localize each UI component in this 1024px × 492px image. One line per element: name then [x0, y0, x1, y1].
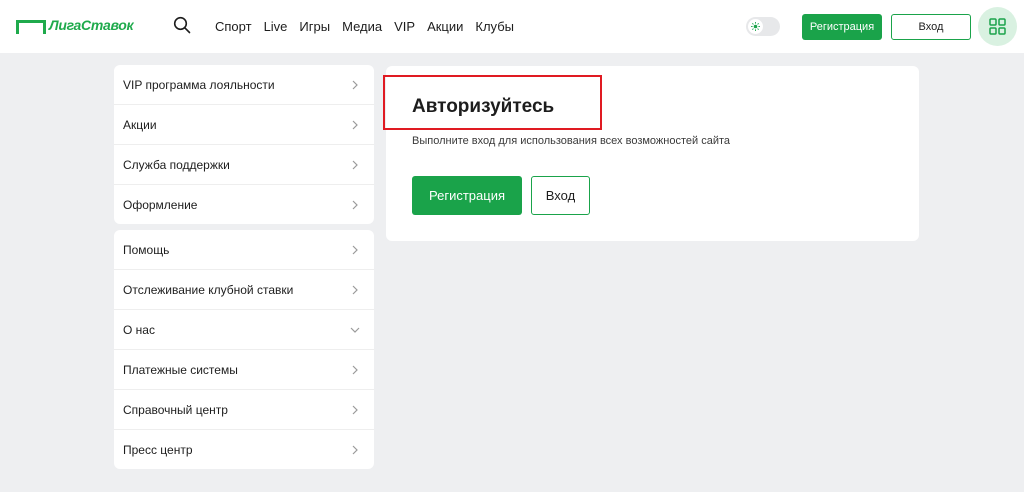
- chevron-right-icon: [350, 120, 360, 130]
- theme-toggle[interactable]: [746, 17, 780, 36]
- auth-subtitle: Выполните вход для использования всех во…: [412, 135, 731, 147]
- sidebar-item-promos[interactable]: Акции: [114, 105, 374, 145]
- sidebar-item-label: Оформление: [123, 198, 198, 212]
- nav-item-clubs[interactable]: Клубы: [475, 19, 514, 34]
- sidebar-item-label: Справочный центр: [123, 402, 228, 417]
- nav-item-sport[interactable]: Спорт: [215, 19, 252, 34]
- nav-item-games[interactable]: Игры: [299, 19, 330, 34]
- sun-icon: [751, 22, 760, 31]
- sidebar-item-label: Служба поддержки: [123, 157, 230, 172]
- toggle-knob: [748, 19, 763, 34]
- auth-login-button[interactable]: Вход: [531, 176, 590, 215]
- chevron-right-icon: [350, 80, 360, 90]
- nav-item-vip[interactable]: VIP: [394, 19, 415, 34]
- sidebar-card-secondary: Помощь Отслеживание клубной ставки О нас…: [114, 230, 374, 469]
- chevron-right-icon: [350, 445, 360, 455]
- chevron-right-icon: [350, 405, 360, 415]
- sidebar-item-appearance[interactable]: Оформление: [114, 185, 374, 225]
- auth-title: Авторизуйтесь: [412, 96, 555, 117]
- sidebar-item-label: Отслеживание клубной ставки: [123, 282, 294, 297]
- chevron-right-icon: [350, 160, 360, 170]
- sidebar-item-label: Пресс центр: [123, 443, 193, 457]
- nav-item-media[interactable]: Медиа: [342, 19, 382, 34]
- logo-text: ЛигаСтавок: [49, 17, 134, 33]
- chevron-right-icon: [350, 285, 360, 295]
- sidebar-item-payment-systems[interactable]: Платежные системы: [114, 350, 374, 390]
- sidebar-item-label: Акции: [123, 117, 157, 132]
- header-register-button[interactable]: Регистрация: [802, 14, 882, 40]
- chevron-right-icon: [350, 365, 360, 375]
- chevron-down-icon: [350, 325, 360, 335]
- sidebar-card-primary: VIP программа лояльности Акции Служба по…: [114, 65, 374, 224]
- sidebar-item-club-bet-tracking[interactable]: Отслеживание клубной ставки: [114, 270, 374, 310]
- header-login-button[interactable]: Вход: [891, 14, 971, 40]
- sidebar-item-vip-loyalty[interactable]: VIP программа лояльности: [114, 65, 374, 105]
- sidebar-item-press-center[interactable]: Пресс центр: [114, 430, 374, 470]
- search-icon: [173, 16, 191, 34]
- chevron-right-icon: [350, 200, 360, 210]
- sidebar-item-label: О нас: [123, 322, 155, 337]
- main-nav: Спорт Live Игры Медиа VIP Акции Клубы: [215, 0, 526, 53]
- grid-icon: [989, 18, 1006, 35]
- nav-item-live[interactable]: Live: [264, 19, 288, 34]
- auth-register-button[interactable]: Регистрация: [412, 176, 522, 215]
- nav-item-promos[interactable]: Акции: [427, 19, 463, 34]
- sidebar-item-support[interactable]: Служба поддержки: [114, 145, 374, 185]
- sidebar-item-label: Помощь: [123, 242, 170, 257]
- sidebar-item-help[interactable]: Помощь: [114, 230, 374, 270]
- search-button[interactable]: [172, 16, 192, 36]
- sidebar-item-about[interactable]: О нас: [114, 310, 374, 350]
- sidebar-item-label: VIP программа лояльности: [123, 77, 275, 92]
- apps-menu-button[interactable]: [978, 7, 1017, 46]
- chevron-right-icon: [350, 245, 360, 255]
- logo-mark-icon: [16, 20, 46, 34]
- sidebar-item-label: Платежные системы: [123, 362, 238, 377]
- sidebar-item-help-center[interactable]: Справочный центр: [114, 390, 374, 430]
- site-logo[interactable]: ЛигаСтавок: [16, 17, 134, 34]
- top-header: ЛигаСтавок Спорт Live Игры Медиа VIP Акц…: [0, 0, 1024, 53]
